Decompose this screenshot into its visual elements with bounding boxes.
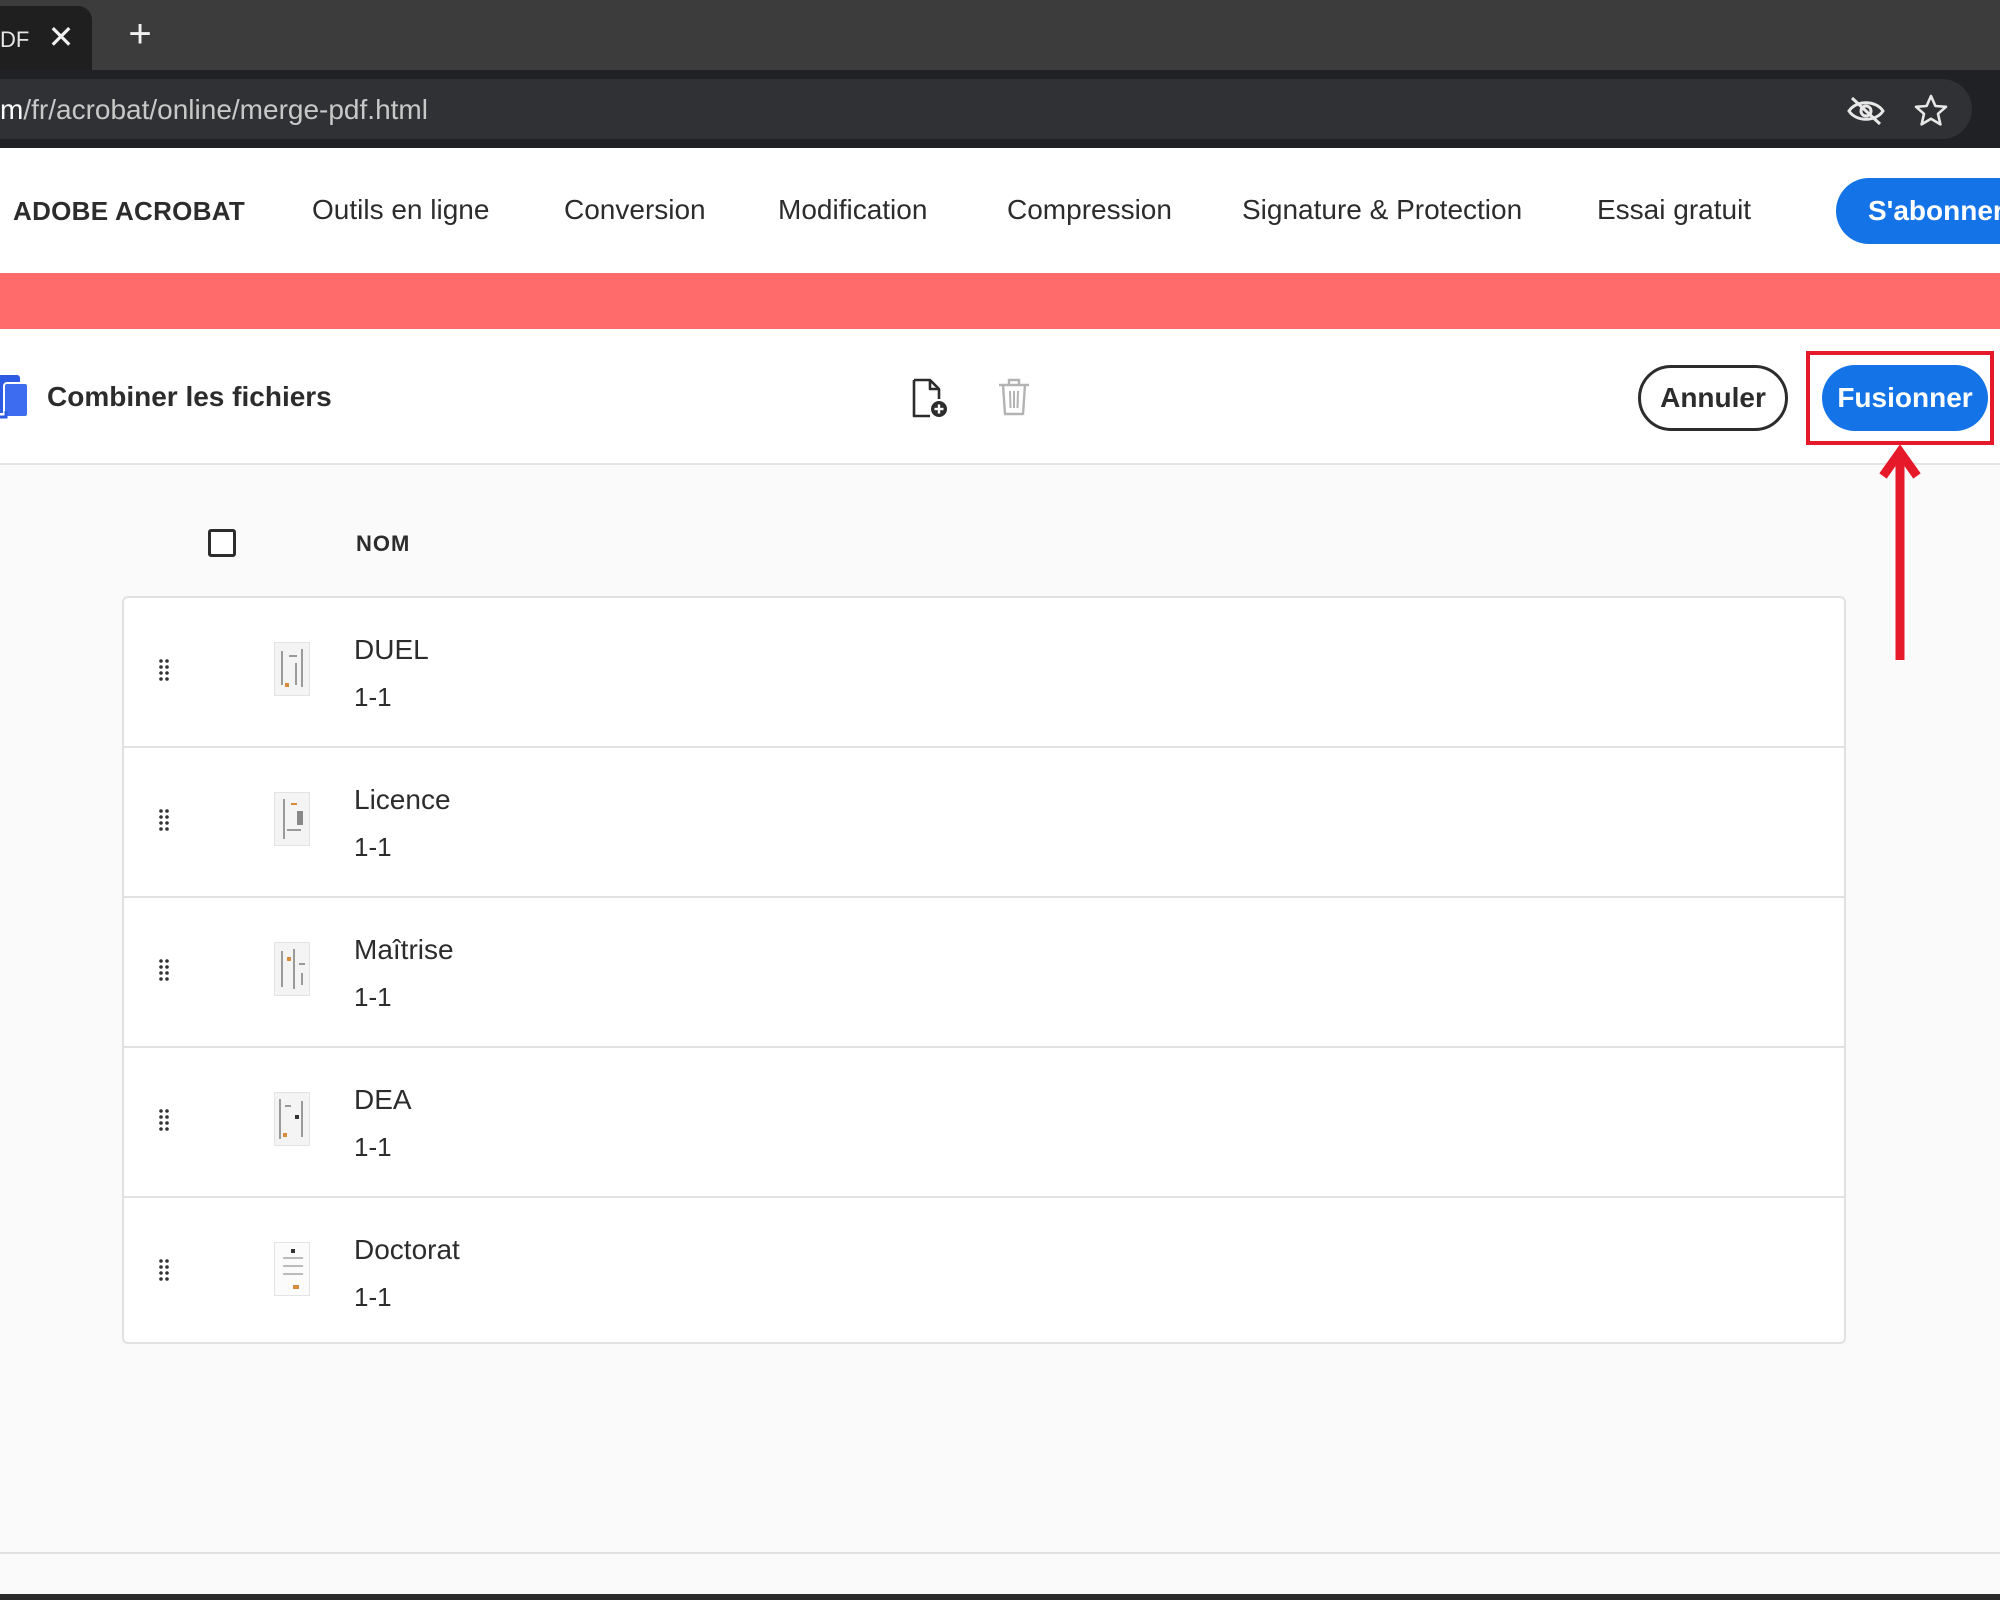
- drag-handle-icon[interactable]: [158, 1258, 170, 1282]
- url-input[interactable]: m/fr/acrobat/online/merge-pdf.html: [0, 79, 1972, 139]
- file-name: Doctorat: [354, 1234, 460, 1265]
- file-name: Maîtrise: [354, 934, 454, 965]
- cancel-button[interactable]: Annuler: [1638, 365, 1788, 431]
- subscribe-button[interactable]: S'abonner: [1836, 178, 2000, 244]
- list-item[interactable]: DUEL 1-1: [124, 598, 1844, 748]
- file-page-range: 1-1: [354, 1132, 392, 1162]
- nav-item-online-tools[interactable]: Outils en ligne: [312, 194, 489, 226]
- url-host: m: [0, 94, 24, 125]
- annotation-highlight-box: [1806, 351, 1994, 445]
- tool-toolbar: Combiner les fichiers Annuler Fusionner: [0, 329, 2000, 465]
- plus-icon[interactable]: +: [120, 14, 160, 54]
- file-thumbnail: [274, 792, 310, 846]
- file-page-range: 1-1: [354, 1282, 392, 1312]
- browser-tab[interactable]: DF ✕: [0, 6, 92, 70]
- drag-handle-icon[interactable]: [158, 658, 170, 682]
- add-file-icon[interactable]: [910, 377, 950, 419]
- url-path: /fr/acrobat/online/merge-pdf.html: [23, 94, 428, 125]
- window-bottom-edge: [0, 1594, 2000, 1600]
- list-header: NOM: [0, 465, 2000, 595]
- drag-handle-icon[interactable]: [158, 1108, 170, 1132]
- list-item[interactable]: Doctorat 1-1: [124, 1198, 1844, 1348]
- star-icon[interactable]: [1913, 93, 1949, 129]
- file-name: DUEL: [354, 634, 429, 665]
- browser-tab-bar: DF ✕ +: [0, 0, 2000, 70]
- tab-title: DF: [0, 27, 30, 52]
- file-thumbnail: [274, 642, 310, 696]
- eye-off-icon[interactable]: [1846, 95, 1886, 127]
- list-item[interactable]: DEA 1-1: [124, 1048, 1844, 1198]
- brand-logo-text[interactable]: ADOBE ACROBAT: [13, 196, 245, 227]
- file-name: Licence: [354, 784, 451, 815]
- trash-icon[interactable]: [996, 377, 1032, 417]
- drag-handle-icon[interactable]: [158, 808, 170, 832]
- nav-item-signature-protection[interactable]: Signature & Protection: [1242, 194, 1522, 226]
- combine-files-icon: [0, 375, 29, 419]
- list-item[interactable]: Maîtrise 1-1: [124, 898, 1844, 1048]
- browser-address-bar: m/fr/acrobat/online/merge-pdf.html: [0, 70, 2000, 148]
- tool-title: Combiner les fichiers: [47, 381, 332, 412]
- file-thumbnail: [274, 942, 310, 996]
- nav-item-compression[interactable]: Compression: [1007, 194, 1172, 226]
- select-all-checkbox[interactable]: [208, 529, 236, 557]
- site-navigation: ADOBE ACROBAT Outils en ligne Conversion…: [0, 148, 2000, 273]
- close-icon[interactable]: ✕: [44, 20, 78, 54]
- file-name: DEA: [354, 1084, 412, 1115]
- footer-divider: [0, 1552, 2000, 1554]
- list-item[interactable]: Licence 1-1: [124, 748, 1844, 898]
- url-text: m/fr/acrobat/online/merge-pdf.html: [0, 94, 428, 126]
- file-page-range: 1-1: [354, 682, 392, 712]
- nav-item-modification[interactable]: Modification: [778, 194, 927, 226]
- nav-item-free-trial[interactable]: Essai gratuit: [1597, 194, 1751, 226]
- file-page-range: 1-1: [354, 982, 392, 1012]
- file-list: DUEL 1-1 Licence 1-1 Maîtrise 1-1 DEA 1-…: [122, 596, 1846, 1344]
- file-thumbnail: [274, 1242, 310, 1296]
- file-page-range: 1-1: [354, 832, 392, 862]
- drag-handle-icon[interactable]: [158, 958, 170, 982]
- column-header-name[interactable]: NOM: [356, 531, 410, 557]
- notification-banner: [0, 273, 2000, 329]
- file-thumbnail: [274, 1092, 310, 1146]
- nav-item-conversion[interactable]: Conversion: [564, 194, 706, 226]
